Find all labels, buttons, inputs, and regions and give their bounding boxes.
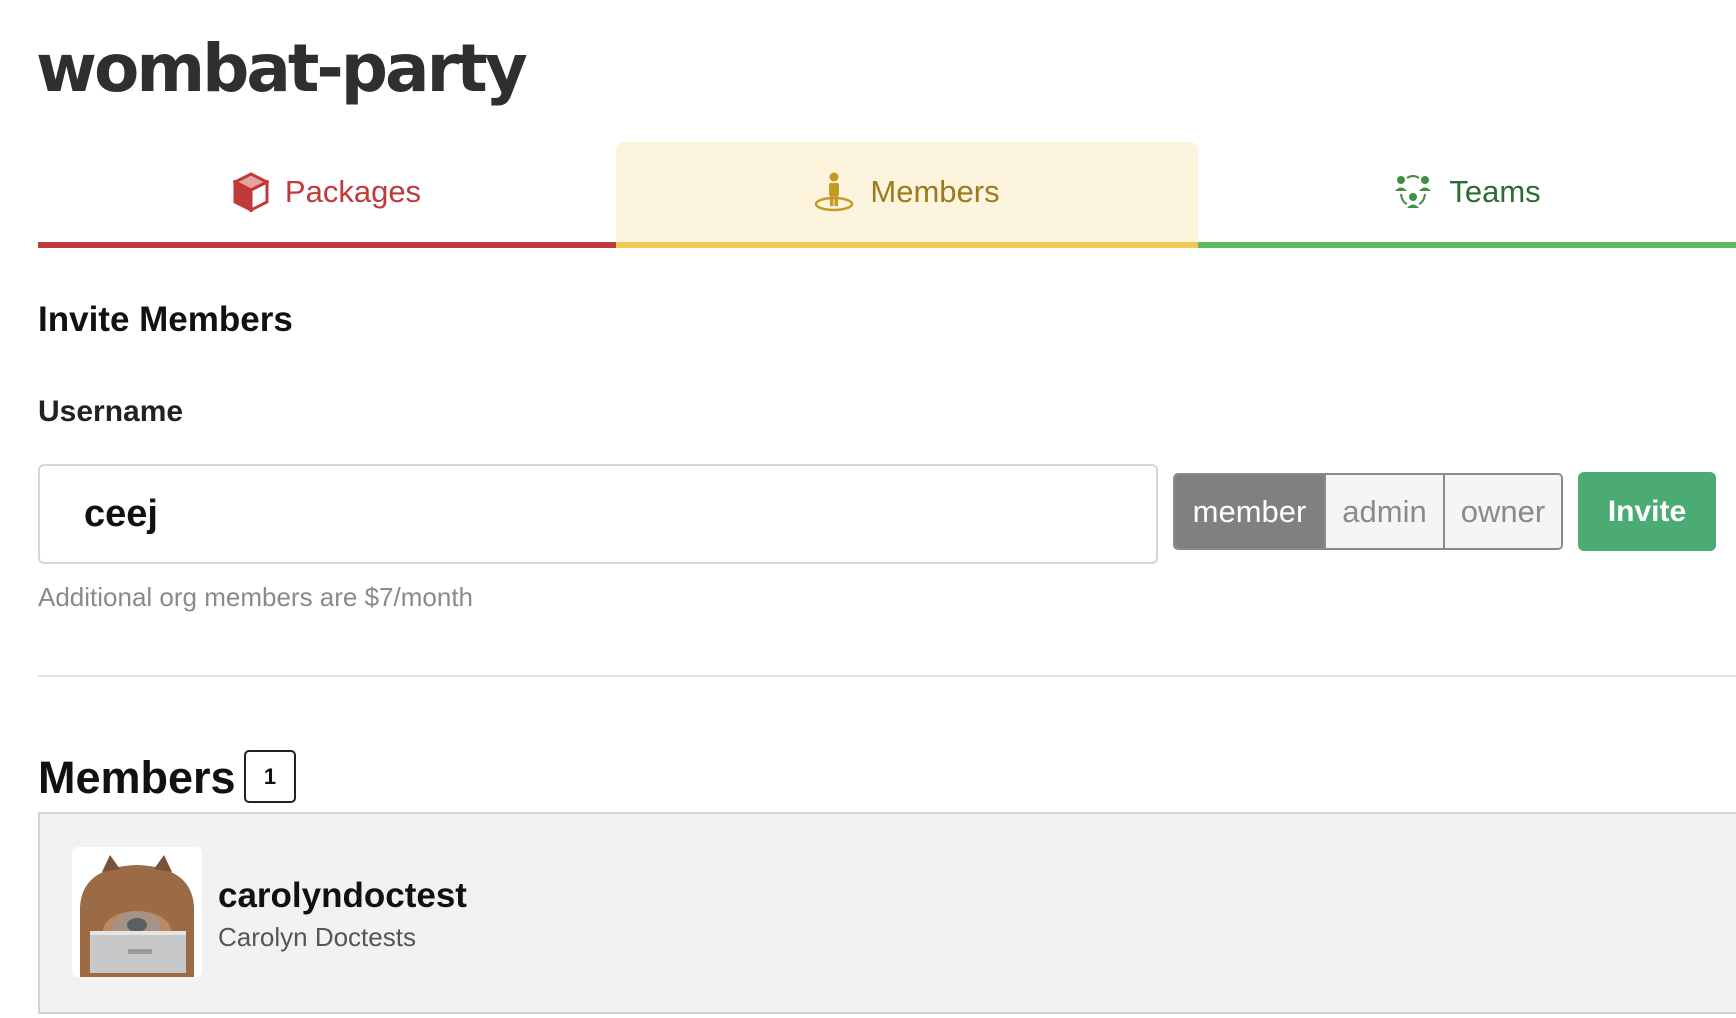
tab-label: Teams [1449,174,1541,209]
tab-packages[interactable]: Packages [38,142,616,248]
members-heading: Members [38,752,236,803]
member-icon [814,171,854,213]
member-fullname: Carolyn Doctests [218,922,416,952]
tab-members[interactable]: Members [616,142,1198,248]
package-icon [232,172,269,212]
org-title: wombat-party [36,30,528,107]
section-divider [38,675,1736,677]
tab-teams[interactable]: Teams [1198,142,1736,248]
role-member-option[interactable]: member [1175,475,1324,548]
role-owner-option[interactable]: owner [1443,475,1561,548]
invite-button[interactable]: Invite [1578,472,1716,551]
invite-members-heading: Invite Members [38,300,293,339]
tab-label: Members [870,174,1000,209]
org-tabs: Packages Members Teams [38,142,1736,248]
teams-icon [1393,174,1433,210]
role-selector: member admin owner [1173,473,1563,550]
tab-label: Packages [284,174,422,209]
members-count-badge: 1 [244,750,296,803]
member-row[interactable]: carolyndoctest Carolyn Doctests [38,812,1736,1014]
role-admin-option[interactable]: admin [1324,475,1443,548]
price-note: Additional org members are $7/month [38,582,474,612]
member-username[interactable]: carolyndoctest [218,876,467,916]
username-label: Username [38,395,184,428]
wombat-avatar[interactable] [72,847,202,977]
username-input[interactable] [38,464,1158,564]
